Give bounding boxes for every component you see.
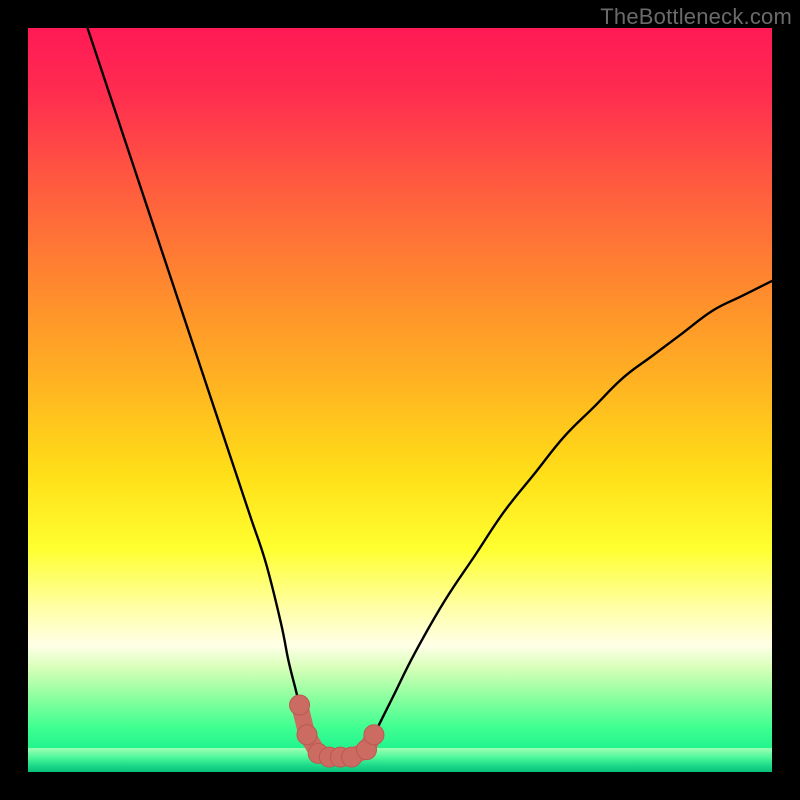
curve-markers: [290, 695, 384, 767]
curve-marker: [290, 695, 310, 715]
plot-area: [28, 28, 772, 772]
curve-marker: [297, 725, 317, 745]
bottleneck-curve-path: [88, 28, 772, 757]
bottleneck-curve-svg: [28, 28, 772, 772]
curve-marker: [364, 725, 384, 745]
chart-frame: TheBottleneck.com: [0, 0, 800, 800]
watermark-text: TheBottleneck.com: [600, 4, 792, 30]
